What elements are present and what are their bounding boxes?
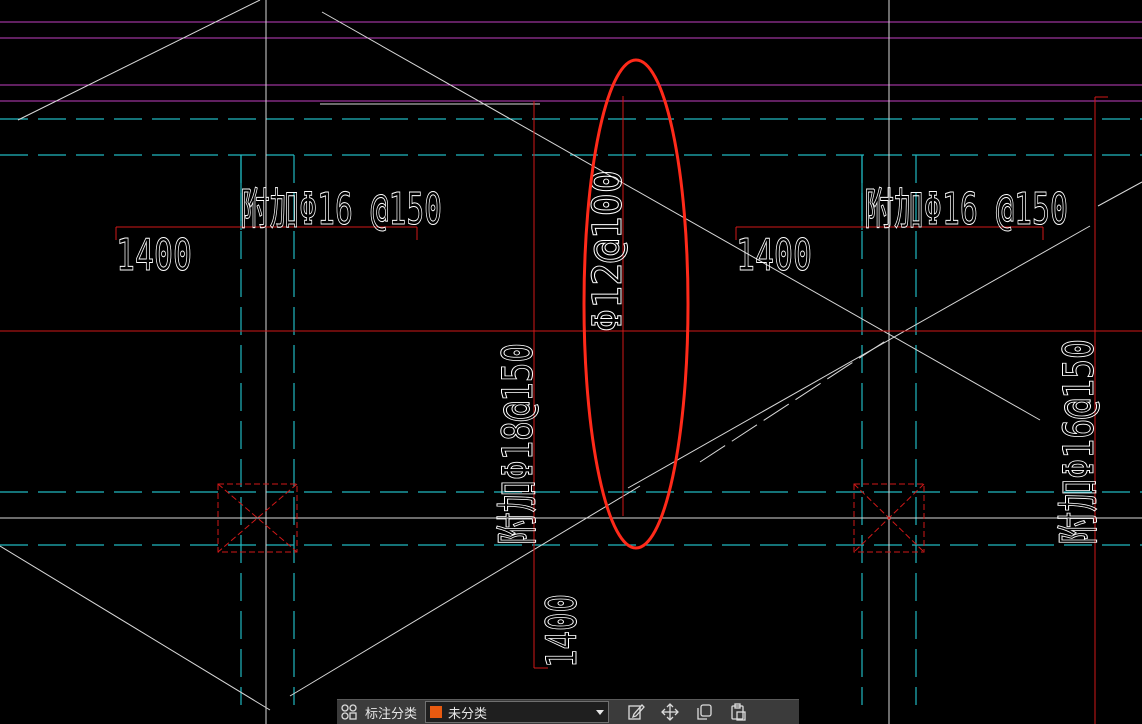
rebar-label-top-left[interactable]: 附加Φ16 @150 <box>240 184 443 236</box>
length-label-top-right[interactable]: 1400 <box>736 230 813 282</box>
annotation-category-icon[interactable] <box>337 700 361 724</box>
cad-drawing-canvas[interactable]: 附加Φ16 @150 1400 附加Φ16 @150 1400 Φ12@100 … <box>0 0 1142 724</box>
annotation-category-label: 标注分类 <box>365 706 418 722</box>
annotation-toolbar: 标注分类 未分类 <box>337 699 799 724</box>
rebar-label-vertical-right[interactable]: 附加Φ16@150 <box>1054 339 1104 546</box>
chevron-down-icon <box>596 709 605 715</box>
rebar-label-top-right[interactable]: 附加Φ16 @150 <box>864 184 1069 236</box>
rebar-label-vertical-left[interactable]: 附加Φ18@150 <box>493 343 543 546</box>
paste-icon[interactable] <box>721 700 755 724</box>
category-color-swatch <box>430 706 443 718</box>
move-icon[interactable] <box>653 700 687 724</box>
length-label-top-left[interactable]: 1400 <box>116 230 193 282</box>
category-select[interactable]: 未分类 <box>425 701 610 723</box>
magenta-lines <box>0 21 1142 102</box>
length-label-vertical-bottom[interactable]: 1400 <box>537 594 587 669</box>
rebar-label-vertical-center[interactable]: Φ12@100 <box>585 170 632 333</box>
edit-icon[interactable] <box>619 700 653 724</box>
copy-icon[interactable] <box>687 700 721 724</box>
category-select-value: 未分类 <box>448 706 488 722</box>
